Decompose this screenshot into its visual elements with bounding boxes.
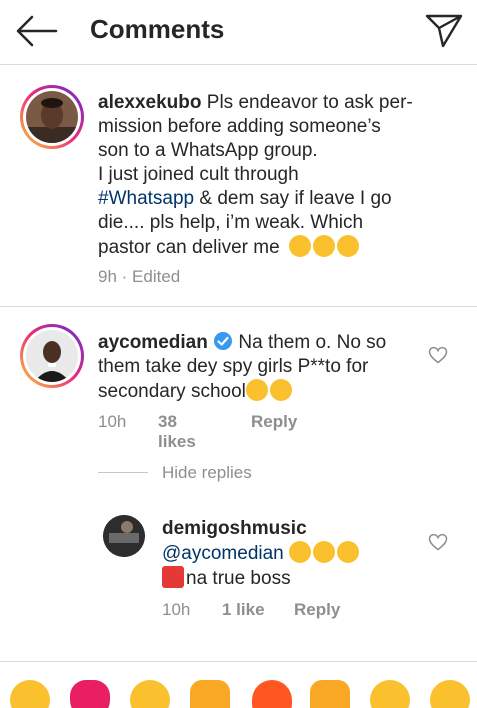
caption-username[interactable]: alexxekubo xyxy=(98,92,202,113)
tired-face-emoji xyxy=(288,235,311,257)
surprised-emoji[interactable] xyxy=(130,680,170,708)
comment-meta: 10h 38 likes Reply xyxy=(98,412,297,451)
laughing-emoji[interactable] xyxy=(10,680,50,708)
kissing-face-emoji xyxy=(245,379,268,401)
reply-time: 10h xyxy=(162,600,191,619)
comment-likes[interactable]: 38 likes xyxy=(158,412,196,452)
hide-replies-button[interactable]: Hide replies xyxy=(162,463,252,483)
comment-time: 10h xyxy=(98,412,127,431)
mention-link[interactable]: @aycomedian xyxy=(162,543,284,564)
avatar-alexxekubo[interactable] xyxy=(20,85,84,149)
reply-meta: 10h 1 like Reply xyxy=(162,600,340,620)
heart-eyes-emoji[interactable] xyxy=(430,680,470,708)
avatar-aycomedian[interactable] xyxy=(20,324,84,388)
reply-likes[interactable]: 1 like xyxy=(222,600,282,620)
grinning-emoji xyxy=(313,541,336,563)
page-title: Comments xyxy=(90,14,225,44)
emoji-quick-bar xyxy=(0,661,477,708)
fire-emoji[interactable] xyxy=(252,680,292,708)
tired-face-emoji xyxy=(336,235,359,257)
verified-badge-icon xyxy=(214,332,233,350)
crying-emoji[interactable] xyxy=(370,680,410,708)
caption-edited: · Edited xyxy=(121,267,181,286)
heart-outline-icon[interactable] xyxy=(428,346,448,364)
reply-button[interactable]: Reply xyxy=(251,412,297,432)
reply-button[interactable]: Reply xyxy=(294,600,340,620)
reply-text: demigoshmusic @aycomedian na true boss xyxy=(162,517,422,591)
divider xyxy=(98,472,148,473)
comment-username[interactable]: aycomedian xyxy=(98,332,208,353)
hashtag-link[interactable]: #Whatsapp xyxy=(98,188,194,209)
raised-hands-emoji[interactable] xyxy=(190,680,230,708)
hundred-points-emoji xyxy=(162,566,184,588)
caption-time: 9h xyxy=(98,267,117,286)
tired-face-emoji xyxy=(312,235,335,257)
top-bar: Comments xyxy=(0,0,477,65)
direct-send-icon[interactable] xyxy=(424,12,464,48)
reply-username[interactable]: demigoshmusic xyxy=(162,518,307,539)
caption-text: alexxekubo Pls endeavor to ask per- miss… xyxy=(98,92,413,258)
comment-text: aycomedian Na them o. No so them take de… xyxy=(98,332,387,402)
back-arrow-icon[interactable] xyxy=(14,14,58,48)
red-heart-emoji[interactable] xyxy=(70,680,110,708)
caption-meta: 9h · Edited xyxy=(98,267,180,287)
grinning-emoji xyxy=(337,541,360,563)
heart-outline-icon[interactable] xyxy=(428,533,448,551)
avatar-demigoshmusic[interactable] xyxy=(103,515,145,557)
clapping-hands-emoji[interactable] xyxy=(310,680,350,708)
grinning-emoji xyxy=(289,541,312,563)
kissing-face-emoji xyxy=(269,379,292,401)
